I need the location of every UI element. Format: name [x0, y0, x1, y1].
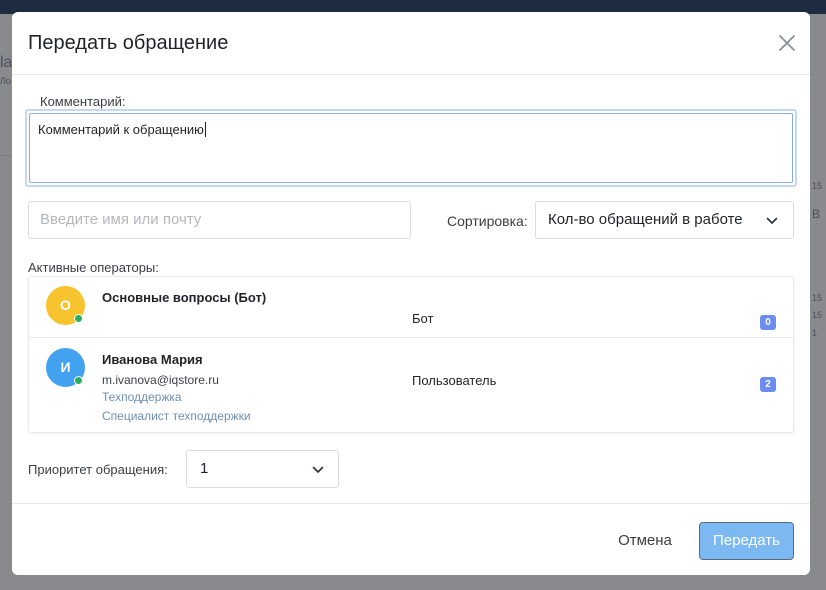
background-text: 15 — [812, 181, 823, 191]
operator-department: Техподдержка — [102, 390, 182, 404]
online-status-dot — [74, 376, 83, 385]
sort-selected-value: Кол-во обращений в работе — [548, 211, 743, 228]
operator-name: Иванова Мария — [102, 352, 203, 367]
background-text: 15 — [812, 310, 823, 320]
operator-role: Бот — [412, 311, 434, 326]
transfer-ticket-modal: Передать обращение Комментарий: Коммента… — [12, 12, 810, 575]
background-text: 15 — [812, 293, 823, 303]
operator-search-input[interactable]: Введите имя или почту — [28, 201, 411, 239]
active-operators-label: Активные операторы: — [28, 260, 159, 275]
modal-title: Передать обращение — [28, 32, 229, 54]
operator-role: Пользователь — [412, 373, 497, 388]
comment-text: Комментарий к обращению — [38, 122, 204, 137]
background-text: 1 — [812, 328, 818, 338]
operator-row[interactable]: И Иванова Мария m.ivanova@iqstore.ru Тех… — [29, 339, 793, 432]
close-icon — [779, 35, 795, 51]
chevron-down-icon — [766, 217, 778, 224]
operator-row[interactable]: О Основные вопросы (Бот) Бот 0 — [29, 277, 793, 338]
operator-position: Специалист техподдержки — [102, 409, 251, 423]
background-divider — [0, 155, 12, 156]
operator-name: Основные вопросы (Бот) — [102, 290, 267, 305]
priority-select[interactable]: 1 — [186, 450, 339, 488]
modal-footer: Отмена Передать — [12, 503, 810, 575]
comment-field-focus-ring: Комментарий к обращению — [25, 109, 797, 187]
ticket-count-badge: 0 — [760, 315, 776, 330]
background-text: Ло — [0, 76, 11, 86]
sort-label: Сортировка: — [447, 213, 528, 229]
background-text: В — [812, 207, 821, 221]
close-button[interactable] — [776, 32, 798, 54]
text-caret — [204, 122, 206, 137]
comment-textarea[interactable]: Комментарий к обращению — [29, 113, 793, 183]
ticket-count-badge: 2 — [760, 377, 776, 392]
operator-email: m.ivanova@iqstore.ru — [102, 373, 219, 387]
sort-select[interactable]: Кол-во обращений в работе — [535, 201, 794, 239]
operator-list: О Основные вопросы (Бот) Бот 0 И Иванова… — [28, 276, 794, 433]
online-status-dot — [74, 314, 83, 323]
background-text: la — [0, 54, 13, 71]
search-placeholder: Введите имя или почту — [40, 211, 202, 228]
cancel-button[interactable]: Отмена — [608, 528, 682, 554]
chevron-down-icon — [312, 466, 324, 473]
transfer-button[interactable]: Передать — [699, 522, 794, 560]
modal-header: Передать обращение — [12, 12, 810, 75]
priority-selected-value: 1 — [200, 460, 209, 477]
priority-label: Приоритет обращения: — [28, 462, 168, 477]
comment-label: Комментарий: — [40, 94, 126, 109]
